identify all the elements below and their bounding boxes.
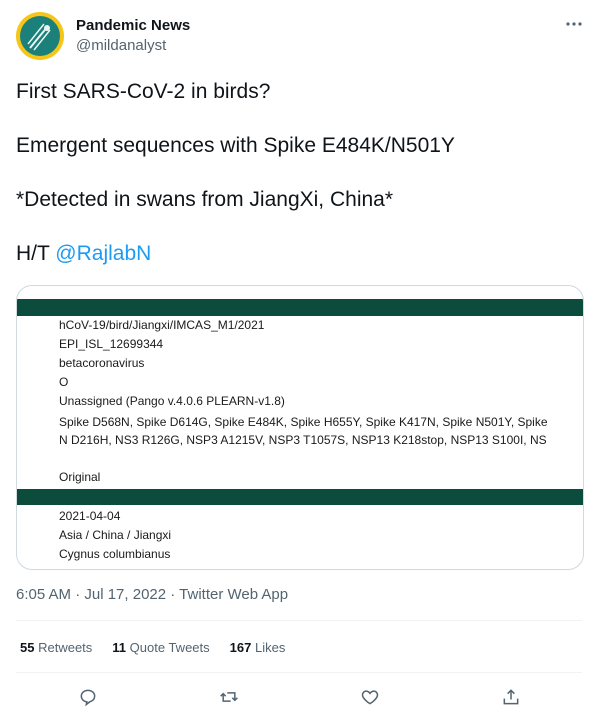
reply-icon[interactable] [75,684,101,710]
media-line: EPI_ISL_12699344 [59,337,164,351]
retweet-icon[interactable] [216,684,242,710]
table-header-bar [17,299,583,316]
tweet-timestamp[interactable]: 6:05 AM · Jul 17, 2022 · Twitter Web App [16,586,288,603]
quotes-stat[interactable]: 11 Quote Tweets [112,640,209,655]
likes-count: 167 [229,640,252,655]
quotes-label: Quote Tweets [129,640,210,655]
media-line: N D216H, NS3 R126G, NSP3 A1215V, NSP3 T1… [59,433,547,447]
action-bar [0,684,598,710]
media-image[interactable]: hCoV-19/bird/Jiangxi/IMCAS_M1/2021 EPI_I… [16,285,584,570]
media-line: Spike D568N, Spike D614G, Spike E484K, S… [59,415,548,429]
tweet-line: First SARS-CoV-2 in birds? [16,80,271,103]
media-line: betacoronavirus [59,356,145,370]
table-header-bar [17,489,583,505]
author-name[interactable]: Pandemic News [76,17,190,34]
author-handle[interactable]: @mildanalyst [76,37,166,54]
retweets-label: Retweets [38,640,93,655]
ht-prefix: H/T [16,242,56,265]
engagement-stats: 55 Retweets 11 Quote Tweets 167 Likes [20,640,285,655]
tweet-header: Pandemic News @mildanalyst [16,12,586,60]
avatar[interactable] [16,12,64,60]
tweet-line: H/T @RajlabN [16,240,582,268]
media-line: Cygnus columbianus [59,547,171,561]
tweet-line: *Detected in swans from JiangXi, China* [16,188,394,211]
divider [16,620,582,621]
share-icon[interactable] [498,684,524,710]
tweet-line: Emergent sequences with Spike E484K/N501… [16,134,455,157]
quotes-count: 11 [112,640,127,655]
more-horizontal-icon[interactable] [562,12,586,36]
likes-stat[interactable]: 167 Likes [230,640,286,655]
comet-logo-icon [27,23,51,51]
retweets-stat[interactable]: 55 Retweets [20,640,92,655]
heart-icon[interactable] [357,684,383,710]
tweet-text: First SARS-CoV-2 in birds? Emergent sequ… [16,78,582,294]
media-line: Original [59,470,101,484]
media-line: Unassigned (Pango v.4.0.6 PLEARN-v1.8) [59,394,285,408]
media-line: hCoV-19/bird/Jiangxi/IMCAS_M1/2021 [59,318,265,332]
media-line: Asia / China / Jiangxi [59,528,172,542]
retweets-count: 55 [20,640,35,655]
mention-link[interactable]: @RajlabN [55,242,151,265]
divider [16,672,582,673]
media-line: O [59,375,69,389]
likes-label: Likes [254,640,286,655]
media-line: 2021-04-04 [59,509,121,523]
